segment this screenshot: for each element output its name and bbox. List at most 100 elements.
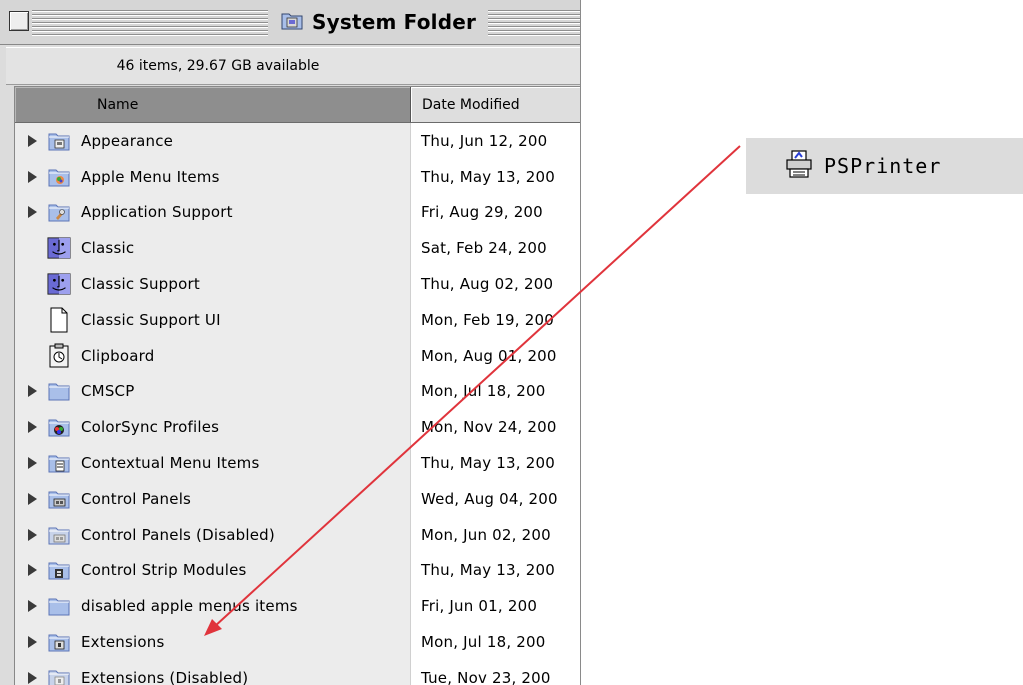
system-folder-icon: [280, 8, 304, 36]
control-strip-folder-icon: [47, 558, 71, 582]
folder-icon: [47, 379, 71, 403]
appearance-folder-icon: [47, 129, 71, 153]
item-date-modified: Thu, Jun 12, 200: [421, 131, 548, 150]
clipboard-icon: [47, 343, 71, 368]
extensions-folder-icon: [47, 630, 71, 654]
title-bar[interactable]: System Folder: [0, 0, 580, 45]
item-name: Clipboard: [81, 346, 155, 365]
extensions-disabled-folder-icon: [47, 666, 71, 685]
triangle-shape: [27, 528, 37, 541]
item-name: Contextual Menu Items: [81, 454, 260, 473]
list-item[interactable]: Control Strip Modules Thu, May 13, 200: [15, 552, 580, 589]
item-name: Appearance: [81, 131, 174, 150]
column-header-date-modified[interactable]: Date Modified: [411, 87, 580, 122]
name-cell: Control Strip Modules: [15, 552, 411, 589]
mac-os-face-icon: [47, 272, 71, 296]
triangle-shape: [27, 564, 37, 577]
list-item[interactable]: Control Panels Wed, Aug 04, 200: [15, 480, 580, 517]
disclosure-triangle-icon[interactable]: [23, 671, 41, 684]
list-item[interactable]: CMSCP Mon, Jul 18, 200: [15, 373, 580, 410]
triangle-shape: [27, 170, 37, 183]
list-item[interactable]: Application Support Fri, Aug 29, 200: [15, 194, 580, 231]
disclosure-triangle-icon[interactable]: [23, 636, 41, 649]
list-item[interactable]: Classic Sat, Feb 24, 200: [15, 230, 580, 267]
close-box[interactable]: [9, 11, 29, 31]
colorsync-folder-icon: [47, 415, 71, 439]
item-date-modified: Mon, Jun 02, 200: [421, 525, 551, 544]
item-name: CMSCP: [81, 382, 135, 401]
disclosure-triangle-icon[interactable]: [23, 600, 41, 613]
control-panels-folder-icon: [47, 487, 71, 511]
item-name: Extensions: [81, 633, 165, 652]
list-item[interactable]: Clipboard Mon, Aug 01, 200: [15, 337, 580, 374]
item-name: Control Panels (Disabled): [81, 525, 275, 544]
triangle-shape: [27, 421, 37, 434]
name-cell: Extensions (Disabled): [15, 659, 411, 685]
item-name: Classic: [81, 239, 135, 258]
blank-document-icon: [47, 307, 71, 333]
disclosure-triangle-icon[interactable]: [23, 206, 41, 219]
window-title-group: System Folder: [272, 6, 485, 38]
item-date-modified: Mon, Jul 18, 200: [421, 633, 546, 652]
info-bar: 46 items, 29.67 GB available: [6, 47, 580, 85]
list-item[interactable]: Extensions Mon, Jul 18, 200: [15, 624, 580, 660]
name-cell: Classic Support UI: [15, 301, 411, 338]
list-item[interactable]: Classic Support Thu, Aug 02, 200: [15, 266, 580, 302]
item-name: disabled apple menus items: [81, 597, 298, 616]
item-date-modified: Mon, Nov 24, 200: [421, 418, 557, 437]
item-date-modified: Thu, May 13, 200: [421, 167, 555, 186]
list-item[interactable]: Contextual Menu Items Thu, May 13, 200: [15, 445, 580, 481]
triangle-shape: [27, 385, 37, 398]
printer-icon: [784, 149, 814, 183]
title-bar-stripes-left: [32, 8, 268, 36]
item-name: ColorSync Profiles: [81, 418, 220, 437]
app-support-folder-icon: [47, 200, 71, 224]
triangle-shape: [27, 600, 37, 613]
item-date-modified: Mon, Feb 19, 200: [421, 310, 554, 329]
psprinter-label: PSPrinter: [824, 154, 942, 178]
psprinter-item[interactable]: PSPrinter: [746, 138, 1023, 194]
disclosure-triangle-icon[interactable]: [23, 492, 41, 505]
list-item[interactable]: ColorSync Profiles Mon, Nov 24, 200: [15, 409, 580, 446]
list-item[interactable]: Appearance Thu, Jun 12, 200: [15, 123, 580, 159]
disclosure-triangle-icon[interactable]: [23, 457, 41, 470]
item-date-modified: Thu, May 13, 200: [421, 454, 555, 473]
file-list: Name Date Modified Appearance Thu, Jun 12…: [14, 86, 580, 685]
triangle-shape: [27, 134, 37, 147]
list-item[interactable]: disabled apple menus items Fri, Jun 01, 2…: [15, 588, 580, 625]
triangle-shape: [27, 636, 37, 649]
item-date-modified: Wed, Aug 04, 200: [421, 489, 558, 508]
disclosure-triangle-icon[interactable]: [23, 564, 41, 577]
triangle-shape: [27, 206, 37, 219]
item-date-modified: Mon, Jul 18, 200: [421, 382, 546, 401]
disclosure-triangle-icon[interactable]: [23, 385, 41, 398]
item-date-modified: Mon, Aug 01, 200: [421, 346, 557, 365]
name-cell: Application Support: [15, 194, 411, 231]
item-name: Application Support: [81, 203, 233, 222]
item-name: Classic Support: [81, 275, 200, 294]
list-item[interactable]: Apple Menu Items Thu, May 13, 200: [15, 158, 580, 195]
item-date-modified: Fri, Aug 29, 200: [421, 203, 543, 222]
name-cell: disabled apple menus items: [15, 588, 411, 625]
disclosure-triangle-icon[interactable]: [23, 134, 41, 147]
list-item[interactable]: Classic Support UI Mon, Feb 19, 200: [15, 301, 580, 338]
name-cell: CMSCP: [15, 373, 411, 410]
disclosure-triangle-icon[interactable]: [23, 421, 41, 434]
list-item[interactable]: Control Panels (Disabled) Mon, Jun 02, 20…: [15, 516, 580, 553]
contextual-menu-folder-icon: [47, 451, 71, 475]
list-item[interactable]: Extensions (Disabled) Tue, Nov 23, 200: [15, 659, 580, 685]
window-title: System Folder: [312, 10, 477, 34]
item-date-modified: Tue, Nov 23, 200: [421, 668, 551, 685]
item-name: Classic Support UI: [81, 310, 221, 329]
triangle-shape: [27, 492, 37, 505]
name-cell: Extensions: [15, 624, 411, 660]
disclosure-triangle-icon[interactable]: [23, 170, 41, 183]
folder-icon: [47, 594, 71, 618]
item-name: Control Strip Modules: [81, 561, 247, 580]
item-date-modified: Sat, Feb 24, 200: [421, 239, 547, 258]
title-bar-stripes-right: [488, 8, 580, 36]
item-date-modified: Fri, Jun 01, 200: [421, 597, 538, 616]
items-available-text: 46 items, 29.67 GB available: [116, 58, 320, 74]
disclosure-triangle-icon[interactable]: [23, 528, 41, 541]
column-header-name[interactable]: Name: [15, 87, 411, 122]
